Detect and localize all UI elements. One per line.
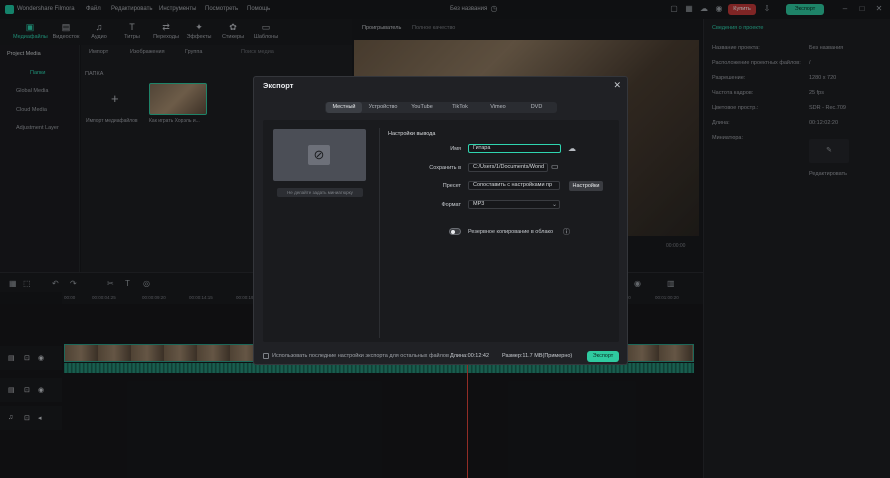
size-text: Размер:11.7 MB(Примерно) xyxy=(502,353,573,359)
info-icon[interactable]: ⓘ xyxy=(563,227,570,237)
format-select[interactable]: MP3 xyxy=(468,200,560,209)
tab-dvd[interactable]: DVD xyxy=(518,102,555,113)
folder-icon[interactable]: ▭ xyxy=(551,162,559,171)
tab-vimeo[interactable]: Vimeo xyxy=(480,102,516,113)
export-settings-area: ⊘ Не делайте задать миниатюрку Настройки… xyxy=(263,120,619,342)
chevron-down-icon: ⌄ xyxy=(552,202,558,208)
thumbnail-button[interactable]: Не делайте задать миниатюрку xyxy=(277,188,363,197)
preset-select[interactable]: Сопоставить с настройками пр xyxy=(468,181,560,190)
use-last-settings-checkbox[interactable] xyxy=(263,353,269,359)
no-preview-icon: ⊘ xyxy=(308,145,330,165)
tab-youtube[interactable]: YouTube xyxy=(404,102,440,113)
tab-device[interactable]: Устройство xyxy=(364,102,402,113)
settings-button[interactable]: Настройки xyxy=(569,181,603,191)
dialog-title: Экспорт xyxy=(263,81,294,90)
preset-label: Пресет xyxy=(442,183,461,189)
backup-label: Резервное копирование в облако xyxy=(468,229,554,235)
save-path-field[interactable]: C:/Users/1/Documents/Wond xyxy=(468,163,548,172)
export-tabs: Местный Устройство YouTube TikTok Vimeo … xyxy=(325,102,557,113)
divider xyxy=(379,128,380,338)
tab-tiktok[interactable]: TikTok xyxy=(442,102,478,113)
backup-toggle[interactable] xyxy=(449,228,461,235)
name-label: Имя xyxy=(450,146,461,152)
save-to-label: Сохранить в xyxy=(429,165,461,171)
export-thumbnail: ⊘ xyxy=(273,129,366,181)
ai-rename-icon[interactable]: ☁ xyxy=(568,144,576,153)
export-button[interactable]: Экспорт xyxy=(587,351,619,362)
duration-text: Длина:00:12:42 xyxy=(450,353,490,359)
export-dialog: Экспорт ✕ Местный Устройство YouTube Tik… xyxy=(253,76,628,365)
tab-local[interactable]: Местный xyxy=(326,102,362,113)
output-settings-title: Настройки вывода xyxy=(388,131,436,137)
use-last-settings-label: Использовать последние настройки экспорт… xyxy=(272,353,449,359)
close-icon[interactable]: ✕ xyxy=(613,80,621,91)
name-field[interactable]: Гитара xyxy=(468,144,561,153)
format-label: Формат xyxy=(441,202,461,208)
